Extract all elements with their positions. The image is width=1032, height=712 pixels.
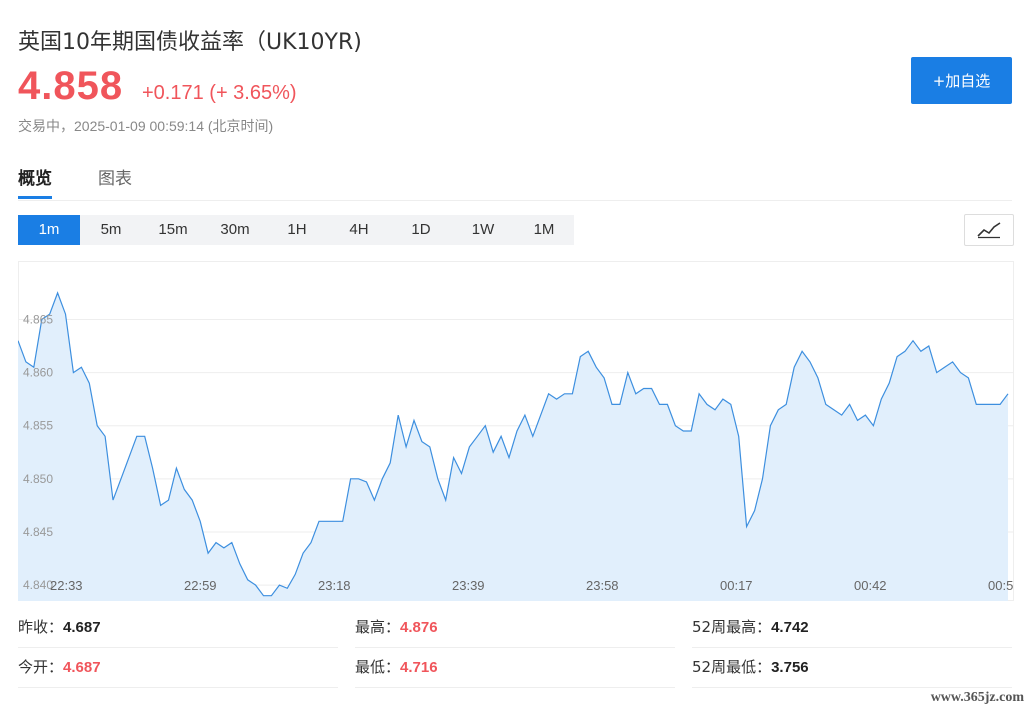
- stat-label: 最高：: [355, 618, 401, 636]
- period-4h[interactable]: 4H: [328, 215, 390, 245]
- stat-value: 4.687: [63, 619, 101, 636]
- stat-label: 52周最高：: [692, 618, 772, 636]
- x-tick-label: 22:59: [184, 578, 217, 593]
- period-5m[interactable]: 5m: [80, 215, 142, 245]
- x-tick-label: 00:42: [854, 578, 887, 593]
- stat-value: 3.756: [771, 659, 809, 676]
- y-tick-label: 4.840: [23, 578, 53, 592]
- stat-prev-close: 昨收：4.687: [18, 608, 338, 648]
- period-30m[interactable]: 30m: [204, 215, 266, 245]
- stat-52w-high: 52周最高：4.742: [692, 608, 1012, 648]
- stat-label: 昨收：: [18, 618, 64, 636]
- x-tick-label: 23:58: [586, 578, 619, 593]
- line-chart-icon: [977, 222, 1001, 239]
- chart-type-button[interactable]: [964, 214, 1014, 246]
- view-tabs: 概览 图表: [18, 164, 1012, 201]
- stats-row: 今开：4.687 最低：4.716 52周最低：3.756: [18, 648, 1012, 688]
- stat-label: 52周最低：: [692, 658, 772, 676]
- stat-value: 4.687: [63, 659, 101, 676]
- trading-status: 交易中，: [18, 119, 74, 135]
- period-15m[interactable]: 15m: [142, 215, 204, 245]
- period-1d[interactable]: 1D: [390, 215, 452, 245]
- y-tick-label: 4.860: [23, 366, 53, 380]
- stat-52w-low: 52周最低：3.756: [692, 648, 1012, 688]
- x-tick-label: 22:33: [50, 578, 83, 593]
- stat-low: 最低：4.716: [355, 648, 675, 688]
- price-chart: 4.840 4.845 4.850 4.855 4.860 4.865 22:33 22:59…: [18, 261, 1014, 601]
- stats-row: 昨收：4.687 最高：4.876 52周最高：4.742: [18, 608, 1012, 648]
- stat-value: 4.716: [400, 659, 438, 676]
- page-title: 英国10年期国债收益率（UK10YR): [18, 30, 362, 55]
- stat-value: 4.742: [771, 619, 809, 636]
- x-tick-label: 00:5: [988, 578, 1013, 593]
- price-chart-svg: 4.840 4.845 4.850 4.855 4.860 4.865 22:33 22:59…: [18, 261, 1014, 601]
- tab-chart[interactable]: 图表: [98, 164, 132, 189]
- period-1mo[interactable]: 1M: [514, 215, 574, 245]
- x-tick-label: 23:18: [318, 578, 351, 593]
- y-tick-label: 4.845: [23, 525, 53, 539]
- watermark: www.365jz.com: [930, 690, 1024, 705]
- price-change: +0.171 (+ 3.65%): [142, 82, 297, 104]
- tab-overview[interactable]: 概览: [18, 164, 52, 199]
- stat-high: 最高：4.876: [355, 608, 675, 648]
- stat-open: 今开：4.687: [18, 648, 338, 688]
- update-datetime: 2025-01-09 00:59:14 (北京时间): [74, 118, 274, 134]
- trading-status-row: 交易中，2025-01-09 00:59:14 (北京时间): [18, 116, 273, 136]
- y-tick-label: 4.865: [23, 312, 53, 326]
- y-tick-label: 4.855: [23, 419, 53, 433]
- period-selector: 1m 5m 15m 30m 1H 4H 1D 1W 1M: [18, 215, 574, 245]
- stat-value: 4.876: [400, 619, 438, 636]
- period-1h[interactable]: 1H: [266, 215, 328, 245]
- stat-label: 最低：: [355, 658, 401, 676]
- x-tick-label: 00:17: [720, 578, 753, 593]
- stat-label: 今开：: [18, 658, 64, 676]
- current-price: 4.858: [18, 64, 124, 108]
- period-1m[interactable]: 1m: [18, 215, 80, 245]
- period-1w[interactable]: 1W: [452, 215, 514, 245]
- add-to-watchlist-button[interactable]: +加自选: [911, 57, 1012, 104]
- y-tick-label: 4.850: [23, 472, 53, 486]
- x-tick-label: 23:39: [452, 578, 485, 593]
